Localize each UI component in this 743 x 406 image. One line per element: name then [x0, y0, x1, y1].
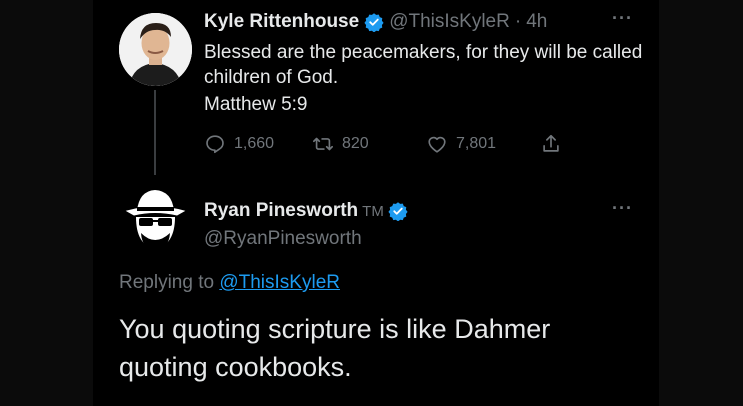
- tweet1-time[interactable]: 4h: [526, 11, 547, 33]
- tweet2-text: You quoting scripture is like Dahmer quo…: [119, 314, 551, 382]
- tweet1-reference: Matthew 5:9: [204, 94, 308, 115]
- tweet1-author-name[interactable]: Kyle Rittenhouse: [204, 11, 359, 33]
- tweet1-handle[interactable]: @ThisIsKyleR: [389, 11, 510, 33]
- verified-badge-icon: [364, 13, 384, 32]
- tweet1-header: Kyle Rittenhouse @ThisIsKyleR · 4h: [204, 11, 547, 33]
- avatar-ryan[interactable]: [119, 183, 192, 256]
- tweet2-author-name[interactable]: Ryan Pinesworth: [204, 200, 358, 222]
- tweet2-handle[interactable]: @RyanPinesworth: [204, 228, 362, 250]
- dot-separator: ·: [514, 11, 522, 32]
- share-icon: [543, 134, 559, 152]
- thread-connector-line: [154, 90, 156, 175]
- retweet-count: 820: [342, 135, 369, 152]
- reply-button[interactable]: 1,660: [204, 133, 312, 155]
- tweet1-action-bar: 1,660 820 7,801: [204, 133, 562, 155]
- like-button[interactable]: 7,801: [426, 133, 540, 155]
- reply-icon: [206, 135, 224, 154]
- heart-icon: [428, 136, 446, 153]
- replying-to-label: Replying to: [119, 272, 215, 293]
- trademark-label: TM: [362, 202, 384, 220]
- tweet2-header: Ryan Pinesworth TM: [204, 200, 408, 222]
- like-count: 7,801: [456, 135, 497, 152]
- retweet-icon: [313, 137, 333, 151]
- replying-to-line: Replying to @ThisIsKyleR: [119, 272, 340, 294]
- tweet1-more-menu-icon[interactable]: ···: [612, 8, 633, 29]
- tweet1-text: Blessed are the peacemakers, for they wi…: [204, 42, 643, 88]
- cartoon-avatar-icon: [119, 183, 192, 256]
- reply-count: 1,660: [234, 135, 275, 152]
- retweet-button[interactable]: 820: [312, 133, 426, 155]
- replying-to-handle-link[interactable]: @ThisIsKyleR: [219, 272, 340, 293]
- right-margin: [659, 0, 743, 406]
- avatar-kyle[interactable]: [119, 13, 192, 86]
- profile-photo-icon: [119, 13, 192, 86]
- tweet2-more-menu-icon[interactable]: ···: [612, 198, 633, 219]
- left-margin: [0, 0, 93, 406]
- verified-badge-icon: [388, 202, 408, 221]
- share-button[interactable]: [540, 133, 562, 155]
